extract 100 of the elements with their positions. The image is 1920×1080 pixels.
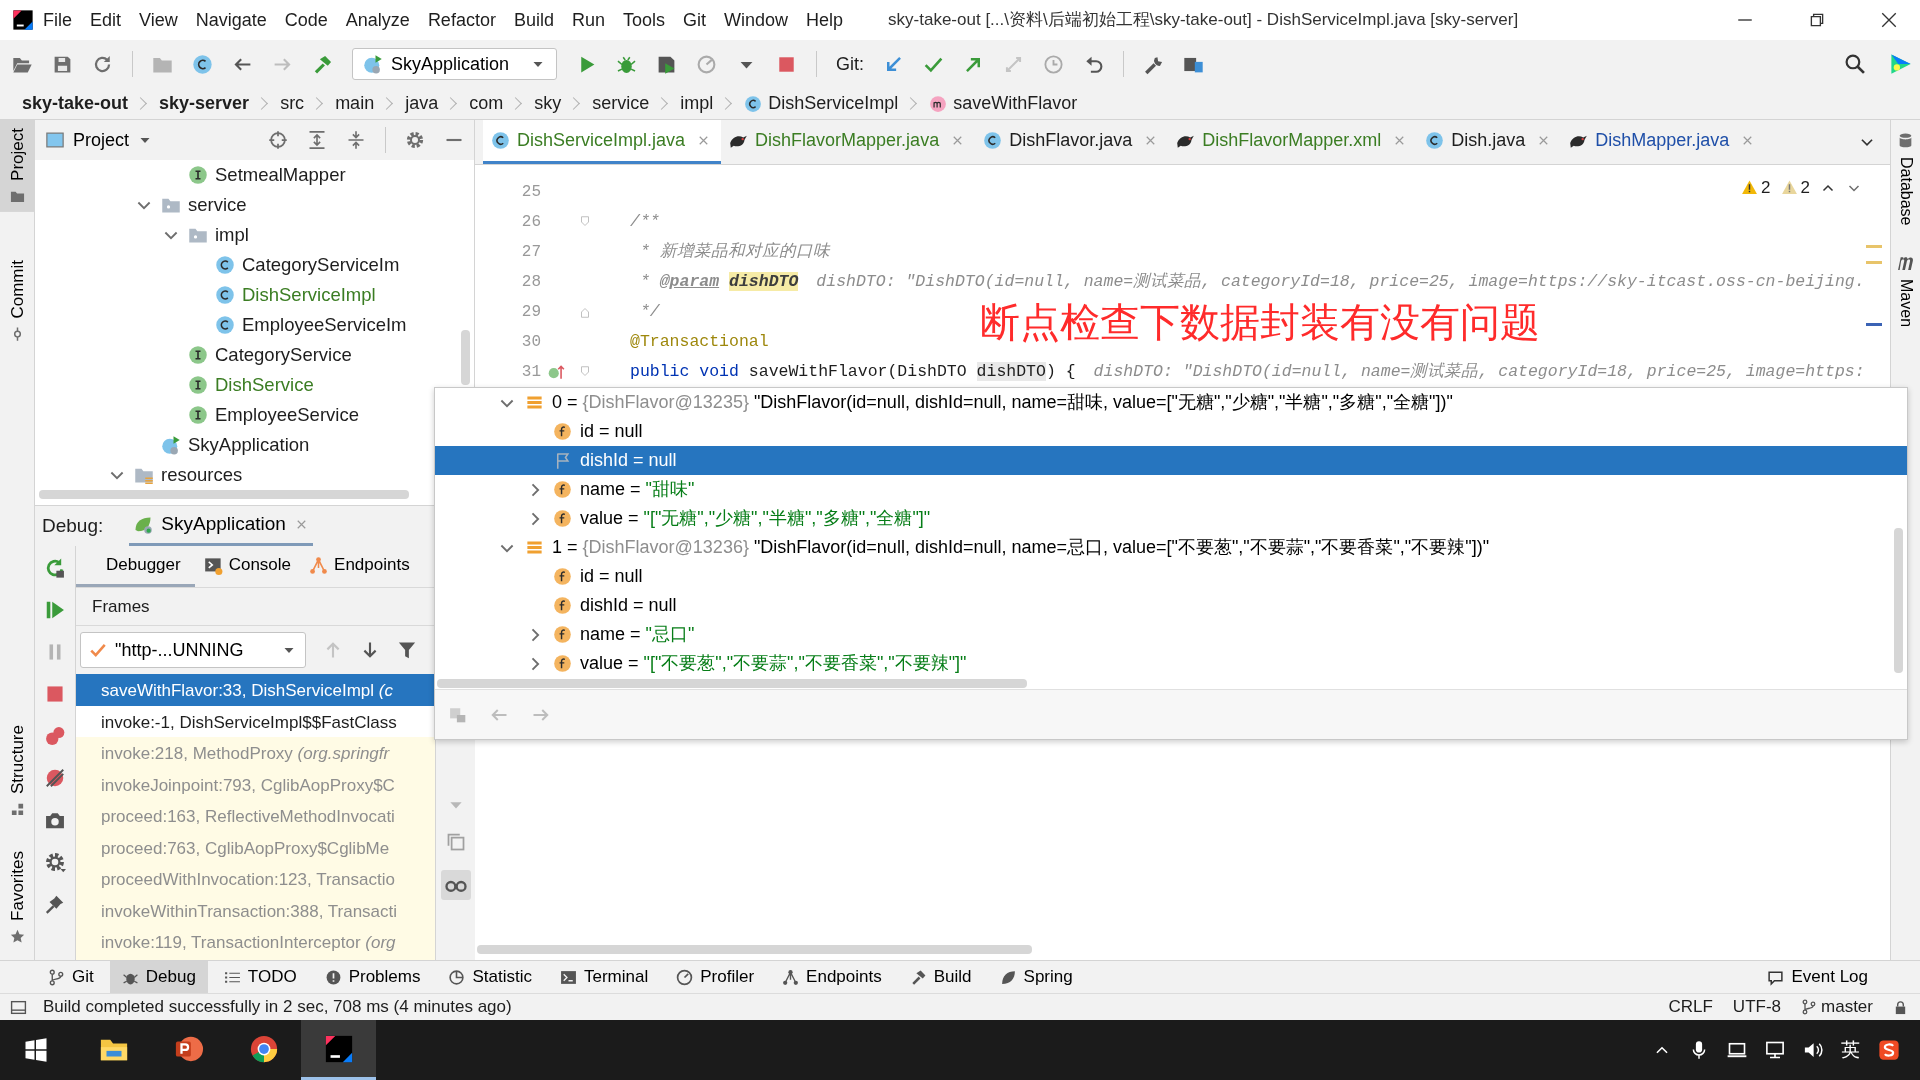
editor-tab[interactable]: DishFlavorMapper.xml: [1168, 120, 1418, 164]
event-log-button[interactable]: Event Log: [1755, 960, 1880, 994]
warning-counter[interactable]: 2: [1780, 175, 1810, 201]
search-icon[interactable]: [1844, 53, 1866, 75]
lock-icon[interactable]: [1893, 999, 1908, 1015]
menu-item[interactable]: Git: [674, 7, 715, 33]
hammer-icon[interactable]: [312, 53, 333, 75]
tool-window-button[interactable]: Commit: [0, 251, 35, 350]
menu-item[interactable]: Run: [562, 7, 614, 33]
editor-tab[interactable]: DishFlavorMapper.java: [721, 120, 976, 164]
tree-item[interactable]: DishService: [35, 370, 314, 400]
variable-row[interactable]: 1 = {DishFlavor@13236} "DishFlavor(id=null, dishId=null, name=忌口, value=["不要葱","不要蒜","不要香菜","不要辣"])": [435, 533, 1907, 562]
breakpoints-icon[interactable]: [44, 725, 66, 747]
branch-widget[interactable]: master: [1801, 994, 1873, 1020]
expand-all-icon[interactable]: [307, 130, 327, 150]
scrollbar-thumb[interactable]: [477, 945, 1032, 954]
editor-tab[interactable]: DishMapper.java: [1561, 120, 1766, 164]
variable-row[interactable]: value = "["无糖","少糖","半糖","多糖","全糖"]": [435, 504, 1907, 533]
tree-item[interactable]: EmployeeService: [35, 400, 359, 430]
variable-row[interactable]: dishId = null: [435, 446, 1907, 475]
stop-icon[interactable]: [44, 683, 66, 705]
pin-icon[interactable]: [44, 893, 66, 915]
fold-marker-icon[interactable]: [578, 305, 592, 319]
stack-frame[interactable]: saveWithFlavor:33, DishServiceImpl (c: [76, 674, 435, 706]
tool-window-button[interactable]: Build: [897, 960, 984, 994]
monitor-icon[interactable]: [1765, 1040, 1785, 1060]
tool-window-button[interactable]: Endpoints: [770, 960, 894, 994]
fold-marker-icon[interactable]: [578, 365, 592, 379]
panel-title-dropdown[interactable]: Project: [73, 126, 130, 154]
copy-icon[interactable]: [445, 832, 466, 852]
menu-item[interactable]: View: [130, 7, 187, 33]
editor-tab[interactable]: DishFlavor.java: [975, 120, 1169, 164]
menu-item[interactable]: Edit: [81, 7, 131, 33]
thread-dropdown[interactable]: "http-...UNNING: [80, 632, 306, 668]
menu-item[interactable]: Analyze: [336, 7, 419, 33]
tool-window-button[interactable]: Git: [36, 960, 106, 994]
speaker-icon[interactable]: [1803, 1040, 1823, 1060]
tree-item[interactable]: impl: [35, 220, 249, 250]
stack-frame[interactable]: invoke:-1, DishServiceImpl$$FastClass: [76, 705, 435, 737]
menu-item[interactable]: File: [34, 7, 81, 33]
breadcrumb-item[interactable]: src: [276, 90, 309, 117]
run-config-dropdown[interactable]: SkyApplication: [352, 48, 557, 80]
start-icon[interactable]: [24, 1038, 48, 1062]
locate-icon[interactable]: [268, 130, 288, 150]
tool-window-button[interactable]: Spring: [987, 960, 1085, 994]
encoding[interactable]: UTF-8: [1732, 994, 1782, 1020]
scrollbar-thumb[interactable]: [437, 679, 1027, 688]
line-separator[interactable]: CRLF: [1668, 994, 1713, 1020]
taskbar-app[interactable]: [301, 1020, 376, 1080]
scrollbar-thumb[interactable]: [39, 490, 409, 499]
input-app-icon[interactable]: [1878, 1039, 1900, 1061]
menu-item[interactable]: Refactor: [418, 7, 505, 33]
laptop-icon[interactable]: [1727, 1040, 1747, 1060]
input-method-indicator[interactable]: 英: [1841, 1035, 1860, 1065]
close-icon[interactable]: [1880, 11, 1898, 29]
mute-breakpoints-icon[interactable]: [44, 767, 66, 789]
breadcrumb-item[interactable]: impl: [676, 90, 718, 117]
tool-window-button[interactable]: Statistic: [436, 960, 544, 994]
variable-row[interactable]: 0 = {DishFlavor@13235} "DishFlavor(id=null, dishId=null, name=甜味, value=["无糖","少糖","半糖","多糖","全糖"])": [435, 388, 1907, 417]
breadcrumb-item[interactable]: service: [588, 90, 654, 117]
tool-window-button[interactable]: Profiler: [664, 960, 767, 994]
breadcrumb-item[interactable]: com: [465, 90, 508, 117]
breadcrumb-item[interactable]: DishServiceImpl: [740, 90, 903, 117]
tree-item[interactable]: EmployeeServiceIm: [35, 310, 407, 340]
tree-item[interactable]: SkyApplication: [35, 430, 310, 460]
tree-item[interactable]: CategoryServiceIm: [35, 250, 400, 280]
filter-icon[interactable]: [397, 640, 417, 660]
editor-tab[interactable]: DishServiceImpl.java: [483, 120, 722, 164]
variable-row[interactable]: name = "忌口": [435, 620, 1907, 649]
tool-window-button[interactable]: Database: [1893, 132, 1918, 226]
sync-icon[interactable]: [92, 53, 113, 75]
debugger-tab[interactable]: Endpoints: [300, 546, 419, 587]
fold-marker-icon[interactable]: [578, 215, 592, 229]
menu-item[interactable]: Window: [715, 7, 798, 33]
menu-item[interactable]: Code: [275, 7, 337, 33]
breadcrumb-item[interactable]: sky: [530, 90, 566, 117]
menu-item[interactable]: Help: [797, 7, 853, 33]
variable-row[interactable]: value = "["不要葱","不要蒜","不要香菜","不要辣"]": [435, 649, 1907, 678]
tool-window-button[interactable]: Favorites: [0, 843, 35, 952]
tool-window-button[interactable]: Project: [0, 120, 35, 212]
collapse-all-icon[interactable]: [346, 130, 366, 150]
variable-row[interactable]: name = "甜味": [435, 475, 1907, 504]
tool-window-button[interactable]: Structure: [0, 717, 35, 826]
tree-item[interactable]: resources: [35, 460, 243, 490]
settings-icon[interactable]: [44, 851, 66, 873]
tree-item[interactable]: service: [35, 190, 247, 220]
tool-window-button[interactable]: TODO: [211, 960, 309, 994]
class-icon[interactable]: [192, 53, 213, 75]
resume-icon[interactable]: [44, 599, 66, 621]
warning-counter[interactable]: 2: [1741, 175, 1771, 201]
tool-window-button[interactable]: Terminal: [548, 960, 661, 994]
variable-row[interactable]: id = null: [435, 417, 1907, 446]
tree-item[interactable]: SetmealMapper: [35, 160, 346, 190]
breadcrumb-item[interactable]: saveWithFlavor: [925, 90, 1082, 117]
breadcrumb-item[interactable]: main: [331, 90, 379, 117]
debugger-tab[interactable]: Console: [194, 546, 301, 587]
logo-icon[interactable]: [1890, 53, 1912, 75]
breadcrumb-item[interactable]: sky-take-out: [18, 90, 133, 117]
menu-item[interactable]: Build: [504, 7, 563, 33]
tool-window-button[interactable]: Problems: [312, 960, 433, 994]
